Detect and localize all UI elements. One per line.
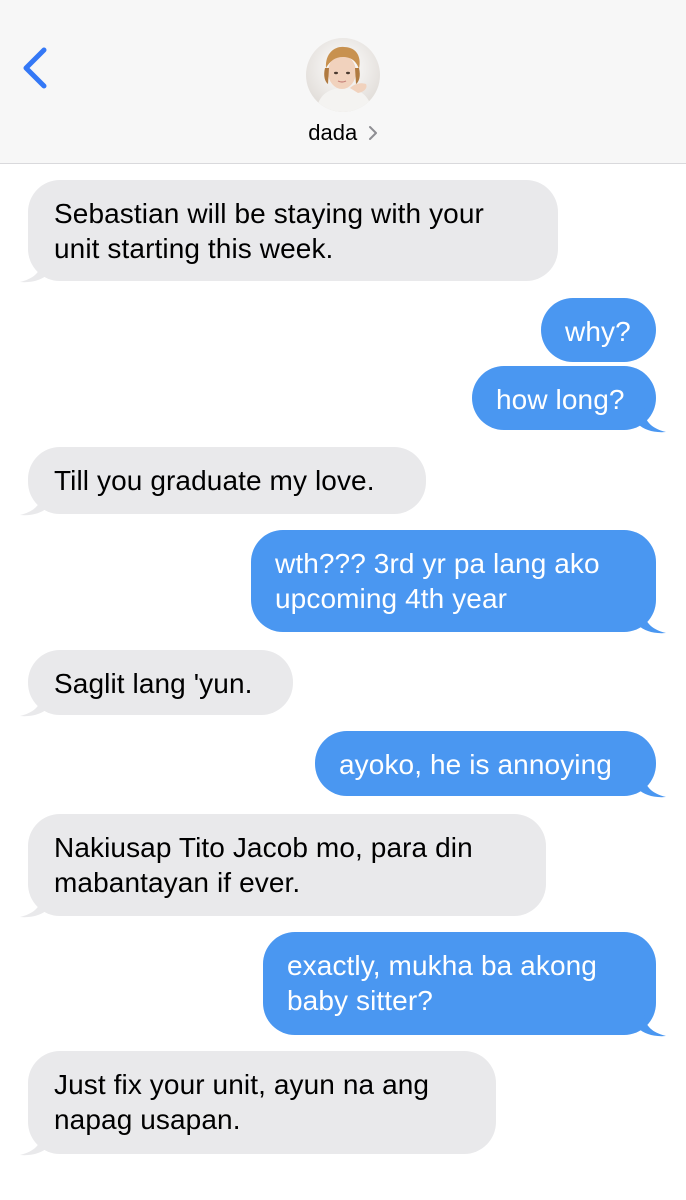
message-bubble-incoming[interactable]: Sebastian will be staying with your unit…	[28, 180, 558, 281]
bubble-tail	[638, 408, 666, 433]
avatar-image	[306, 38, 380, 112]
message-bubble-outgoing[interactable]: how long?	[472, 366, 656, 430]
message-bubble-incoming[interactable]: Saglit lang 'yun.	[28, 650, 293, 715]
bubble-tail	[638, 609, 666, 634]
message-bubble-incoming[interactable]: Till you graduate my love.	[28, 447, 426, 514]
bubble-tail	[638, 1012, 666, 1037]
message-bubble-outgoing[interactable]: why?	[541, 298, 656, 362]
bubble-tail	[20, 1131, 48, 1156]
bubble-tail	[20, 692, 48, 717]
message-bubble-outgoing[interactable]: exactly, mukha ba akong baby sitter?	[263, 932, 656, 1035]
contact-name-button[interactable]: dada	[0, 120, 686, 146]
bubble-tail	[20, 893, 48, 918]
bubble-tail	[20, 258, 48, 283]
message-bubble-incoming[interactable]: Nakiusap Tito Jacob mo, para din mabanta…	[28, 814, 546, 916]
message-bubble-incoming[interactable]: Just fix your unit, ayun na ang napag us…	[28, 1051, 496, 1154]
bubble-tail	[638, 773, 666, 798]
conversation-header: dada	[0, 0, 686, 164]
contact-name: dada	[308, 120, 358, 145]
chevron-right-icon	[368, 126, 377, 140]
chevron-left-icon[interactable]	[18, 46, 54, 90]
bubble-tail	[20, 491, 48, 516]
message-bubble-outgoing[interactable]: wth??? 3rd yr pa lang ako upcoming 4th y…	[251, 530, 656, 632]
message-bubble-outgoing[interactable]: ayoko, he is annoying	[315, 731, 656, 796]
avatar[interactable]	[306, 38, 380, 112]
